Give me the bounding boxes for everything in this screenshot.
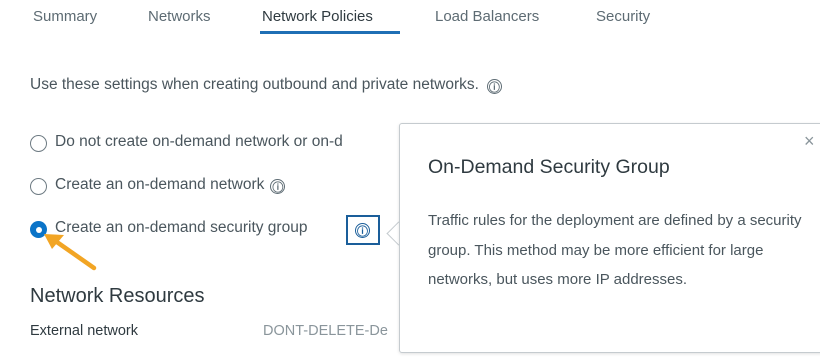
tab-summary[interactable]: Summary — [33, 8, 97, 25]
info-icon[interactable]: ⓘ — [355, 223, 370, 238]
tab-load-balancers[interactable]: Load Balancers — [435, 8, 539, 25]
description-text: Use these settings when creating outboun… — [30, 76, 479, 93]
network-policy-description: Use these settings when creating outboun… — [30, 76, 502, 94]
tab-networks[interactable]: Networks — [148, 8, 211, 25]
close-icon[interactable]: × — [804, 132, 815, 150]
popover-title: On-Demand Security Group — [428, 156, 670, 178]
signpost-popover: × On-Demand Security Group Traffic rules… — [399, 123, 820, 353]
tab-security[interactable]: Security — [596, 8, 650, 25]
popover-body: Traffic rules for the deployment are def… — [428, 212, 802, 288]
external-network-label: External network — [30, 323, 138, 339]
option-label: Do not create on-demand network or on-d — [55, 133, 343, 150]
radio-button[interactable] — [30, 178, 47, 195]
active-tab-indicator — [260, 31, 400, 34]
tab-network-policies[interactable]: Network Policies — [262, 8, 373, 25]
info-icon[interactable]: ⓘ — [270, 179, 286, 194]
section-title: Network Resources — [30, 285, 205, 307]
info-icon-highlight: ⓘ — [346, 215, 380, 245]
tab-bar: Summary Networks Network Policies Load B… — [0, 0, 820, 38]
info-icon[interactable]: ⓘ — [486, 79, 502, 94]
option-label: Create an on-demand network ⓘ — [55, 176, 286, 194]
arrow-icon — [44, 234, 97, 271]
radio-button[interactable] — [30, 135, 47, 152]
external-network-value[interactable]: DONT-DELETE-De — [263, 323, 399, 339]
